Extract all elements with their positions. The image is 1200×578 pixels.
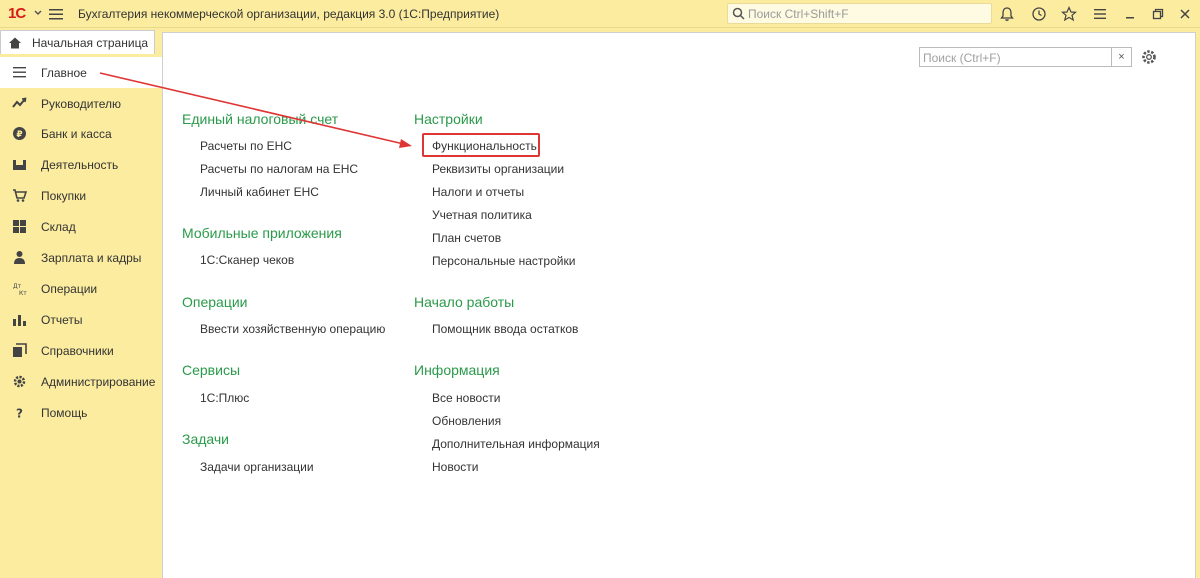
svg-text:?: ? — [16, 407, 23, 421]
link-org-tasks[interactable]: Задачи организации — [200, 460, 314, 474]
activity-icon — [13, 160, 26, 170]
link-enter-operation[interactable]: Ввести хозяйственную операцию — [200, 322, 385, 336]
question-icon: ? — [16, 407, 23, 421]
svg-text:Дт: Дт — [13, 283, 22, 290]
link-additional-info[interactable]: Дополнительная информация — [432, 437, 600, 451]
sidebar-item-main[interactable]: Главное — [0, 57, 162, 88]
sidebar-item-label: Помощь — [41, 406, 88, 420]
search-placeholder: Поиск Ctrl+Shift+F — [748, 7, 849, 21]
section-title-settings: Настройки — [414, 111, 483, 127]
link-chart-of-accounts[interactable]: План счетов — [432, 231, 501, 245]
lines-icon — [13, 67, 26, 78]
section-title-mobile: Мобильные приложения — [182, 225, 342, 241]
link-ens-settlements[interactable]: Расчеты по ЕНС — [200, 139, 292, 153]
minimize-icon[interactable] — [1121, 5, 1139, 23]
link-news[interactable]: Новости — [432, 460, 478, 474]
svg-text:Кт: Кт — [19, 290, 27, 296]
sidebar-item-label: Склад — [41, 220, 76, 234]
home-icon — [9, 37, 21, 49]
link-taxes-reports[interactable]: Налоги и отчеты — [432, 185, 524, 199]
sidebar-item-label: Операции — [41, 282, 98, 296]
sidebar: Главное Руководителю ₽ Банк и касса Деят… — [0, 56, 162, 578]
bars-icon — [13, 315, 26, 326]
section-title-ens: Единый налоговый счет — [182, 111, 339, 127]
global-search-input[interactable]: Поиск Ctrl+Shift+F — [727, 3, 992, 24]
sidebar-item-label: Отчеты — [41, 313, 83, 327]
history-icon[interactable] — [1030, 5, 1048, 23]
cart-icon — [13, 189, 27, 202]
operations-icon: ДтКт — [13, 283, 27, 296]
app-title: Бухгалтерия некоммерческой организации, … — [78, 7, 500, 21]
search-icon — [732, 7, 745, 20]
person-icon — [14, 251, 25, 264]
sidebar-item-salary[interactable]: Зарплата и кадры — [0, 242, 162, 273]
sidebar-item-label: Администрирование — [41, 375, 156, 389]
warehouse-icon — [13, 220, 26, 233]
svg-text:₽: ₽ — [16, 130, 22, 140]
link-opening-balances[interactable]: Помощник ввода остатков — [432, 322, 578, 336]
section-title-operations: Операции — [182, 294, 248, 310]
bell-icon[interactable] — [998, 5, 1016, 23]
link-accounting-policy[interactable]: Учетная политика — [432, 208, 532, 222]
search-clear-button[interactable]: × — [1112, 47, 1132, 67]
menu-icon[interactable] — [1091, 5, 1109, 23]
sidebar-item-label: Главное — [41, 66, 87, 80]
link-functionality[interactable]: Функциональность — [432, 139, 537, 153]
sidebar-item-warehouse[interactable]: Склад — [0, 211, 162, 242]
tab-home-label: Начальная страница — [32, 36, 149, 50]
sidebar-item-reports[interactable]: Отчеты — [0, 304, 162, 335]
section-title-services: Сервисы — [182, 362, 241, 378]
restore-icon[interactable] — [1149, 5, 1167, 23]
title-bar: 1С Бухгалтерия некоммерческой организаци… — [0, 0, 1200, 28]
close-icon[interactable] — [1176, 5, 1194, 23]
link-org-details[interactable]: Реквизиты организации — [432, 162, 564, 176]
link-updates[interactable]: Обновления — [432, 414, 501, 428]
sidebar-item-label: Руководителю — [41, 97, 122, 111]
sidebar-item-bank[interactable]: ₽ Банк и касса — [0, 118, 162, 149]
sidebar-item-label: Банк и касса — [41, 127, 112, 141]
hamburger-icon[interactable] — [49, 8, 63, 20]
sidebar-item-activity[interactable]: Деятельность — [0, 149, 162, 180]
books-icon — [13, 343, 27, 357]
link-receipt-scanner[interactable]: 1С:Сканер чеков — [200, 253, 294, 267]
settings-gear-icon[interactable] — [1140, 48, 1158, 66]
sidebar-item-purchases[interactable]: Покупки — [0, 180, 162, 211]
sidebar-item-operations[interactable]: Дт Кт Операции — [0, 273, 162, 304]
ruble-icon: ₽ — [13, 127, 26, 140]
sidebar-item-admin[interactable]: Администрирование — [0, 366, 162, 397]
app-logo[interactable]: 1С — [8, 5, 26, 22]
section-title-information: Информация — [414, 362, 500, 378]
trend-icon — [12, 97, 27, 108]
sidebar-item-help[interactable]: ? Помощь — [0, 397, 162, 428]
sidebar-item-manager[interactable]: Руководителю — [0, 88, 162, 119]
form-search-placeholder: Поиск (Ctrl+F) — [923, 51, 1001, 65]
tab-home[interactable]: Начальная страница — [0, 30, 155, 54]
section-title-getting-started: Начало работы — [414, 294, 515, 310]
sidebar-item-label: Справочники — [41, 344, 114, 358]
form-search-input[interactable]: Поиск (Ctrl+F) — [919, 47, 1112, 67]
link-1c-plus[interactable]: 1С:Плюс — [200, 391, 249, 405]
sidebar-item-label: Деятельность — [41, 158, 119, 172]
link-personal-settings[interactable]: Персональные настройки — [432, 254, 575, 268]
gear-icon — [13, 375, 26, 388]
section-title-tasks: Задачи — [182, 431, 230, 447]
link-ens-tax-settlements[interactable]: Расчеты по налогам на ЕНС — [200, 162, 358, 176]
star-icon[interactable] — [1060, 5, 1078, 23]
sidebar-item-directories[interactable]: Справочники — [0, 335, 162, 366]
chevron-down-icon[interactable] — [33, 7, 43, 19]
main-content: Поиск (Ctrl+F) × Единый налоговый счет Р… — [162, 32, 1196, 578]
link-ens-cabinet[interactable]: Личный кабинет ЕНС — [200, 185, 319, 199]
sidebar-item-label: Зарплата и кадры — [41, 251, 142, 265]
sidebar-item-label: Покупки — [41, 189, 87, 203]
link-all-news[interactable]: Все новости — [432, 391, 500, 405]
